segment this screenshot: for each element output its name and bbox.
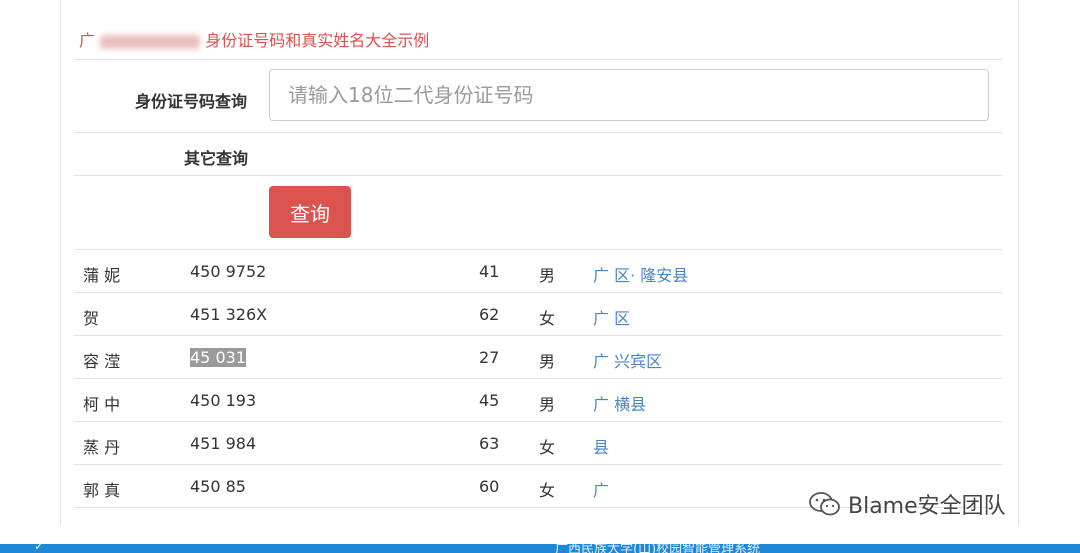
age: 60 — [479, 477, 500, 496]
id-number-input[interactable] — [269, 69, 989, 121]
gender: 女 — [539, 481, 556, 500]
id-number: 450 193 — [190, 391, 257, 410]
age: 62 — [479, 305, 500, 324]
page-title-text: 身份证号码和真实姓名大全示例 — [205, 31, 430, 50]
address-link[interactable]: 广 区 — [593, 305, 630, 329]
divider — [74, 132, 1002, 133]
address-link[interactable]: 广 横县 — [593, 391, 646, 415]
person-name: 容 滢 — [83, 352, 121, 371]
table-row: 贺 451 326X 62 女 广 区 — [74, 292, 1002, 335]
divider — [74, 175, 1002, 176]
person-name: 贺 — [83, 309, 100, 328]
page-border-right — [1018, 0, 1019, 525]
status-bar-text: 广西民族大学(山)校园智能管理系统 — [555, 544, 761, 553]
gender: 男 — [539, 352, 556, 371]
address-link[interactable]: 县 — [593, 434, 609, 458]
id-number: 451 984 — [190, 434, 257, 453]
address-link[interactable]: 广 兴宾区 — [593, 348, 662, 372]
divider — [74, 59, 1002, 60]
address-link[interactable]: 广 — [593, 477, 609, 501]
query-button[interactable]: 查询 — [269, 186, 351, 238]
page-border-left — [60, 0, 61, 525]
bottom-status-bar: ✓ 广西民族大学(山)校园智能管理系统 — [0, 544, 1080, 553]
age: 41 — [479, 262, 500, 281]
id-number: 45 031 — [190, 348, 246, 367]
check-icon: ✓ — [34, 544, 45, 553]
page-title: 广 身份证号码和真实姓名大全示例 — [79, 27, 429, 51]
id-number: 450 85 — [190, 477, 246, 496]
gender: 女 — [539, 309, 556, 328]
age: 27 — [479, 348, 500, 367]
person-name: 郭 真 — [83, 481, 121, 500]
person-name: 柯 中 — [83, 395, 121, 414]
person-name: 蒸 丹 — [83, 438, 121, 457]
gender: 女 — [539, 438, 556, 457]
other-query-label: 其它查询 — [184, 149, 249, 168]
table-row: 柯 中 450 193 45 男 广 横县 — [74, 378, 1002, 421]
watermark: Blame安全团队 — [808, 488, 1006, 520]
table-row: 容 滢 45 031 27 男 广 兴宾区 — [74, 335, 1002, 378]
table-row: 蒸 丹 451 984 63 女 县 — [74, 421, 1002, 464]
wechat-icon — [809, 492, 840, 516]
age: 45 — [479, 391, 500, 410]
gender: 男 — [539, 266, 556, 285]
page-title-prefix: 广 — [79, 31, 96, 50]
person-name: 蒲 妮 — [83, 266, 121, 285]
table-row: 蒲 妮 450 9752 41 男 广 区· 隆安县 — [74, 249, 1002, 292]
age: 63 — [479, 434, 500, 453]
id-number: 450 9752 — [190, 262, 267, 281]
id-number: 451 326X — [190, 305, 268, 324]
watermark-text: Blame安全团队 — [848, 494, 1006, 519]
gender: 男 — [539, 395, 556, 414]
address-link[interactable]: 广 区· 隆安县 — [593, 262, 688, 286]
id-query-label: 身份证号码查询 — [135, 92, 248, 111]
redacted-region — [100, 34, 201, 49]
